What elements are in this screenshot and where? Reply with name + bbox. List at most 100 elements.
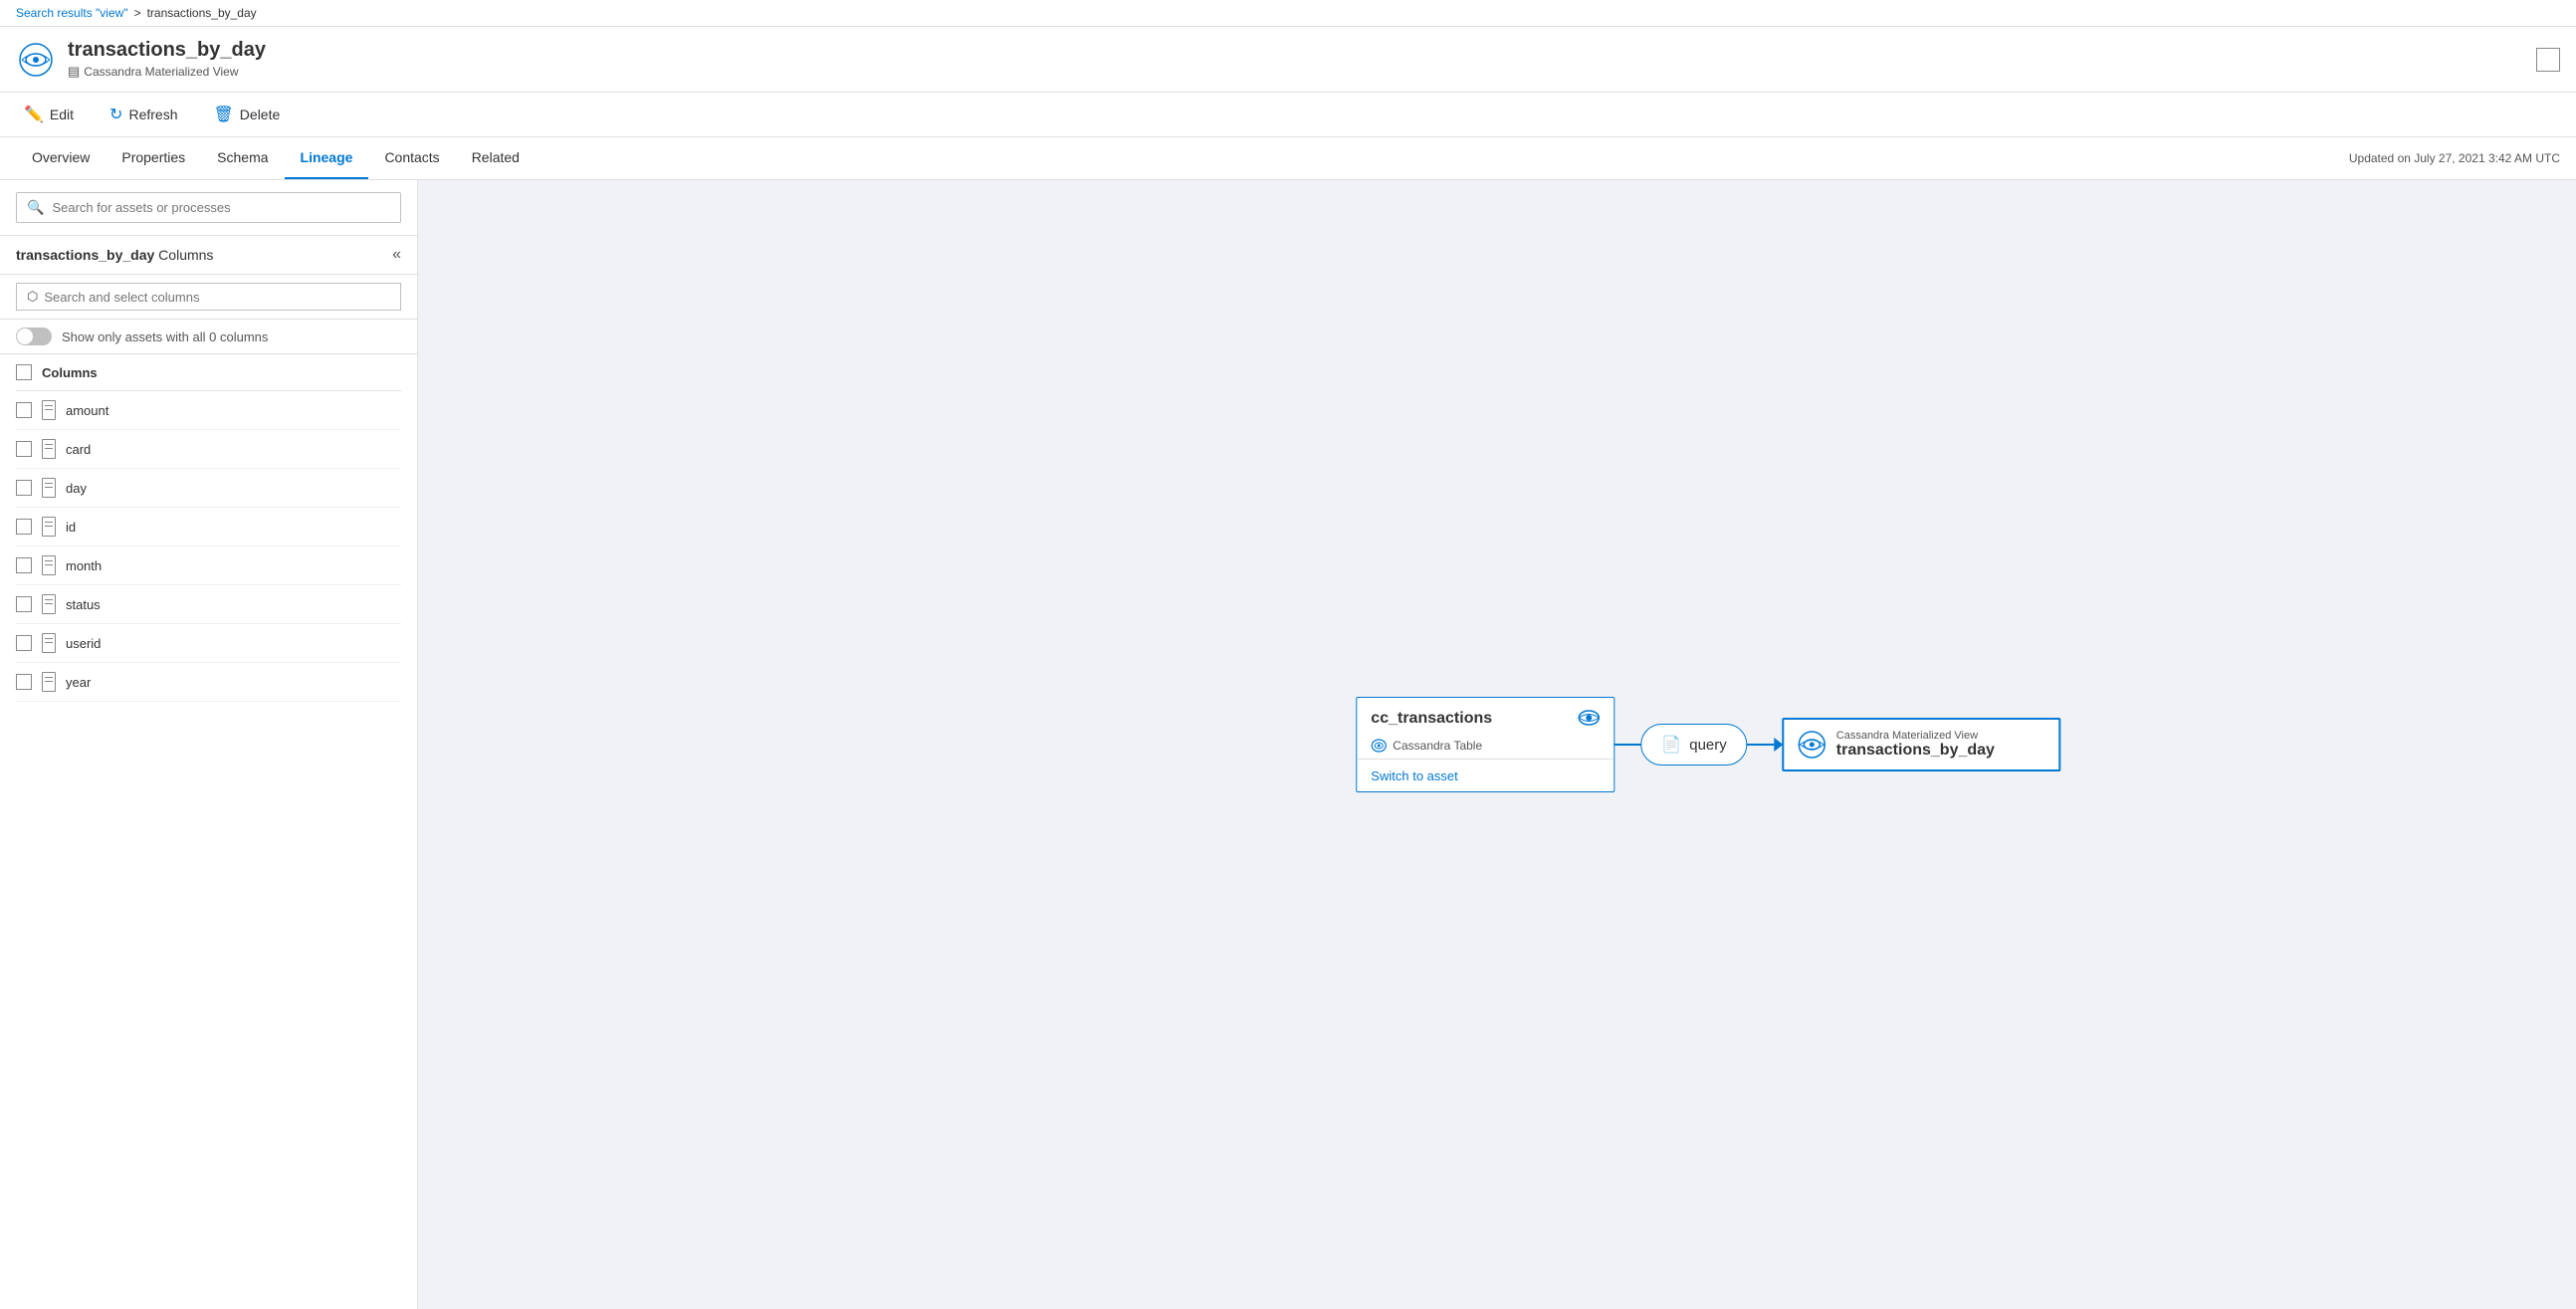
column-panel-title: transactions_by_day Columns bbox=[16, 247, 213, 263]
column-name: id bbox=[66, 520, 76, 535]
collapse-panel-button[interactable]: « bbox=[392, 246, 401, 264]
edit-icon: ✏️ bbox=[24, 105, 44, 124]
toolbar: ✏️ Edit ↻ Refresh 🗑 Delete bbox=[0, 93, 2576, 137]
column-name: card bbox=[66, 442, 91, 457]
column-name: year bbox=[66, 675, 91, 690]
column-checkbox[interactable] bbox=[16, 519, 32, 535]
breadcrumb: Search results "view" > transactions_by_… bbox=[0, 0, 2576, 27]
process-doc-icon: 📄 bbox=[1661, 735, 1681, 755]
breadcrumb-current: transactions_by_day bbox=[147, 6, 257, 20]
column-checkbox[interactable] bbox=[16, 557, 32, 573]
column-type-icon bbox=[42, 439, 56, 459]
column-type-icon bbox=[42, 594, 56, 614]
list-item: card bbox=[16, 430, 401, 469]
column-type-icon bbox=[42, 400, 56, 420]
refresh-icon: ↻ bbox=[109, 105, 122, 124]
asset-search-wrap: 🔍 bbox=[16, 192, 401, 223]
tabs-list: Overview Properties Schema Lineage Conta… bbox=[16, 137, 536, 179]
column-name: day bbox=[66, 481, 87, 496]
target-node-header: Cassandra Materialized View transactions… bbox=[1785, 720, 2059, 769]
switch-to-asset-link[interactable]: Switch to asset bbox=[1371, 768, 1457, 783]
column-checkbox[interactable] bbox=[16, 596, 32, 612]
delete-icon: 🗑 bbox=[213, 105, 233, 124]
column-type-icon bbox=[42, 633, 56, 653]
breadcrumb-separator: > bbox=[134, 6, 141, 20]
connector-2 bbox=[1745, 738, 1784, 752]
subtitle-table-icon: ▤ bbox=[68, 64, 80, 80]
tab-overview[interactable]: Overview bbox=[16, 137, 106, 179]
columns-list-header: Columns bbox=[16, 354, 401, 391]
maximize-button[interactable] bbox=[2536, 48, 2560, 72]
column-search-input[interactable] bbox=[44, 290, 390, 305]
breadcrumb-link[interactable]: Search results "view" bbox=[16, 6, 128, 20]
updated-timestamp: Updated on July 27, 2021 3:42 AM UTC bbox=[2349, 151, 2560, 165]
source-node-title: cc_transactions bbox=[1371, 710, 1492, 728]
refresh-button[interactable]: ↻ Refresh bbox=[102, 101, 185, 128]
list-item: day bbox=[16, 469, 401, 508]
source-node: cc_transactions bbox=[1356, 697, 1614, 792]
column-panel-header: transactions_by_day Columns « bbox=[0, 236, 417, 275]
toggle-label: Show only assets with all 0 columns bbox=[62, 329, 268, 344]
list-item: amount bbox=[16, 391, 401, 430]
column-checkbox[interactable] bbox=[16, 441, 32, 457]
show-assets-toggle[interactable] bbox=[16, 327, 52, 345]
column-type-icon bbox=[42, 672, 56, 692]
column-checkbox[interactable] bbox=[16, 402, 32, 418]
list-item: month bbox=[16, 546, 401, 585]
source-node-footer: Switch to asset bbox=[1357, 759, 1613, 791]
tab-properties[interactable]: Properties bbox=[106, 137, 201, 179]
tab-lineage[interactable]: Lineage bbox=[285, 137, 369, 179]
page-subtitle: ▤ Cassandra Materialized View bbox=[68, 64, 266, 80]
column-type-icon bbox=[42, 478, 56, 498]
connector-line-2 bbox=[1745, 744, 1775, 746]
asset-search-area: 🔍 bbox=[0, 180, 417, 236]
edit-button[interactable]: ✏️ Edit bbox=[16, 101, 82, 128]
lineage-canvas: cc_transactions bbox=[418, 180, 2576, 1309]
process-node-label: query bbox=[1689, 737, 1727, 754]
connector-1 bbox=[1613, 744, 1643, 746]
toggle-knob bbox=[17, 328, 33, 344]
list-item: year bbox=[16, 663, 401, 702]
source-node-eye-icon[interactable] bbox=[1578, 710, 1600, 731]
target-node: Cassandra Materialized View transactions… bbox=[1783, 718, 2061, 771]
asset-search-input[interactable] bbox=[52, 200, 390, 215]
list-item: userid bbox=[16, 624, 401, 663]
column-checkbox[interactable] bbox=[16, 674, 32, 690]
column-name: userid bbox=[66, 636, 101, 651]
filter-icon: ⬡ bbox=[27, 289, 38, 305]
delete-button[interactable]: 🗑 Delete bbox=[205, 101, 288, 128]
page-title: transactions_by_day bbox=[68, 39, 266, 62]
column-checkbox[interactable] bbox=[16, 635, 32, 651]
target-node-title: transactions_by_day bbox=[1836, 742, 2045, 760]
app-logo bbox=[16, 40, 56, 80]
source-node-header: cc_transactions bbox=[1357, 698, 1613, 739]
column-search-wrap-inner: ⬡ bbox=[16, 283, 401, 311]
column-name: amount bbox=[66, 403, 108, 418]
page-header: transactions_by_day ▤ Cassandra Material… bbox=[0, 27, 2576, 93]
source-node-subtitle: Cassandra Table bbox=[1357, 739, 1613, 759]
toggle-row: Show only assets with all 0 columns bbox=[0, 320, 417, 354]
list-item: id bbox=[16, 508, 401, 546]
tab-related[interactable]: Related bbox=[456, 137, 536, 179]
target-node-subtitle: Cassandra Materialized View bbox=[1836, 730, 2045, 742]
main-content: 🔍 transactions_by_day Columns « ⬡ bbox=[0, 180, 2576, 1309]
process-node: 📄 query bbox=[1640, 724, 1747, 765]
column-type-icon bbox=[42, 555, 56, 575]
column-name: status bbox=[66, 597, 101, 612]
tab-contacts[interactable]: Contacts bbox=[368, 137, 455, 179]
lineage-diagram: cc_transactions bbox=[1356, 697, 2060, 792]
connector-line-1 bbox=[1613, 744, 1643, 746]
select-all-checkbox[interactable] bbox=[16, 364, 32, 380]
tabs-bar: Overview Properties Schema Lineage Conta… bbox=[0, 137, 2576, 180]
tab-schema[interactable]: Schema bbox=[201, 137, 284, 179]
column-items-container: amount card day id month status userid bbox=[16, 391, 401, 702]
column-search-area: ⬡ bbox=[0, 275, 417, 320]
column-checkbox[interactable] bbox=[16, 480, 32, 496]
list-item: status bbox=[16, 585, 401, 624]
target-node-info: Cassandra Materialized View transactions… bbox=[1836, 730, 2045, 760]
column-name: month bbox=[66, 558, 102, 573]
target-node-logo bbox=[1799, 731, 1826, 759]
search-icon: 🔍 bbox=[27, 199, 44, 216]
column-type-icon bbox=[42, 517, 56, 537]
columns-list: Columns amount card day id month bbox=[0, 354, 417, 702]
